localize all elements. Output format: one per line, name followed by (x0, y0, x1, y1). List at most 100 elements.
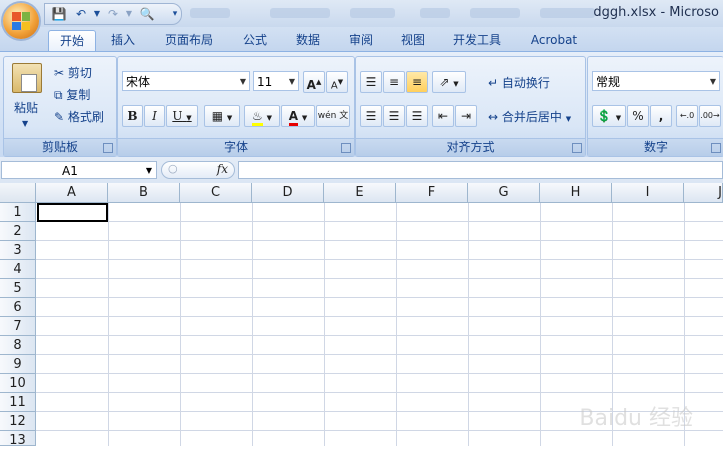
wrap-text-icon: ↵ (488, 76, 499, 90)
row-header[interactable]: 2 (0, 222, 36, 241)
align-middle-icon: ≡ (388, 75, 400, 89)
merge-icon: ↔ (488, 110, 499, 124)
font-color-button[interactable]: A ▼ (281, 105, 315, 127)
align-bottom-button[interactable]: ≡ (406, 71, 428, 93)
customize-qat-icon[interactable]: ▾ (167, 6, 183, 22)
quick-access-toolbar: 💾 ↶ ▼ ↷ ▼ 🔍 ▾ (44, 3, 182, 25)
font-size-select[interactable]: 11 ▼ (253, 71, 299, 91)
paste-icon[interactable] (12, 63, 42, 93)
row-header[interactable]: 7 (0, 317, 36, 336)
window-title: dggh.xlsx - Microso (593, 5, 719, 20)
tab-formulas[interactable]: 公式 (232, 30, 278, 51)
accounting-format-button[interactable]: 💲 ▼ (592, 105, 626, 127)
insert-function-button[interactable]: fx (217, 162, 228, 176)
align-center-icon: ☰ (388, 109, 400, 123)
save-icon[interactable]: 💾 (51, 6, 67, 22)
undo-dropdown-icon[interactable]: ▼ (89, 6, 105, 22)
decrease-decimal-icon: .00→ (700, 111, 720, 120)
align-left-button[interactable]: ☰ (360, 105, 382, 127)
paste-button[interactable]: 粘贴 (14, 99, 38, 116)
underline-button[interactable]: U ▼ (166, 105, 198, 127)
column-header[interactable]: F (396, 183, 468, 203)
row-header[interactable]: 12 (0, 412, 36, 431)
tab-data[interactable]: 数据 (285, 30, 331, 51)
row-header[interactable]: 10 (0, 374, 36, 393)
number-launcher-icon[interactable] (711, 143, 721, 153)
column-header[interactable]: E (324, 183, 396, 203)
fill-color-button[interactable]: ♨ ▼ (244, 105, 280, 127)
chevron-down-icon: ▼ (239, 77, 246, 86)
wrap-text-button[interactable]: ↵ 自动换行 (488, 74, 550, 91)
italic-button[interactable]: I (144, 105, 165, 127)
align-bottom-icon: ≡ (411, 75, 423, 89)
column-header[interactable]: D (252, 183, 324, 203)
column-header[interactable]: J (684, 183, 723, 203)
bold-button[interactable]: B (122, 105, 143, 127)
phonetic-guide-button[interactable]: wén 文 (316, 105, 350, 127)
row-header[interactable]: 5 (0, 279, 36, 298)
name-box[interactable]: A1 ▼ (1, 161, 157, 179)
undo-icon[interactable]: ↶ (73, 6, 89, 22)
grow-font-button[interactable]: A▲ (303, 71, 325, 93)
font-name-select[interactable]: 宋体 ▼ (122, 71, 250, 91)
number-format-select[interactable]: 常规 ▼ (592, 71, 720, 91)
align-top-button[interactable]: ☰ (360, 71, 382, 93)
column-header[interactable]: G (468, 183, 540, 203)
tab-acrobat[interactable]: Acrobat (522, 30, 586, 51)
column-header[interactable]: A (36, 183, 108, 203)
chevron-down-icon: ▼ (288, 77, 295, 86)
office-button[interactable] (3, 3, 39, 39)
decrease-indent-button[interactable]: ⇤ (432, 105, 454, 127)
row-header[interactable]: 11 (0, 393, 36, 412)
circle-icon: ○ (168, 162, 178, 175)
column-header[interactable]: B (108, 183, 180, 203)
orientation-button[interactable]: ⇗ ▼ (432, 71, 466, 93)
align-middle-button[interactable]: ≡ (383, 71, 405, 93)
border-icon: ▦ (211, 109, 224, 123)
comma-style-button[interactable]: , (650, 105, 672, 127)
print-preview-icon[interactable]: 🔍 (139, 6, 155, 22)
align-right-button[interactable]: ☰ (406, 105, 428, 127)
decrease-decimal-button[interactable]: .00→ (699, 105, 721, 127)
column-header[interactable]: C (180, 183, 252, 203)
format-painter-button[interactable]: ✎ 格式刷 (54, 108, 104, 125)
paste-dropdown-icon[interactable]: ▼ (22, 119, 28, 128)
alignment-launcher-icon[interactable] (572, 143, 582, 153)
blurred-tab (190, 8, 230, 18)
tab-insert[interactable]: 插入 (100, 30, 146, 51)
column-header[interactable]: H (540, 183, 612, 203)
active-cell-a1[interactable] (37, 203, 108, 222)
tab-home[interactable]: 开始 (48, 30, 96, 52)
tab-review[interactable]: 审阅 (338, 30, 384, 51)
formula-input[interactable] (238, 161, 723, 179)
clipboard-launcher-icon[interactable] (103, 143, 113, 153)
row-header[interactable]: 4 (0, 260, 36, 279)
copy-button[interactable]: ⧉ 复制 (54, 86, 90, 103)
tab-developer[interactable]: 开发工具 (444, 30, 510, 51)
merge-center-button[interactable]: ↔ 合并后居中 ▼ (488, 108, 571, 125)
column-header[interactable]: I (612, 183, 684, 203)
redo-dropdown-icon[interactable]: ▼ (121, 6, 137, 22)
row-header[interactable]: 8 (0, 336, 36, 355)
redo-icon[interactable]: ↷ (105, 6, 121, 22)
formula-bar: A1 ▼ ○ fx (0, 157, 723, 184)
gridline (36, 221, 723, 222)
tab-page-layout[interactable]: 页面布局 (156, 30, 222, 51)
row-header[interactable]: 1 (0, 203, 36, 222)
align-center-button[interactable]: ☰ (383, 105, 405, 127)
percent-style-button[interactable]: % (627, 105, 649, 127)
increase-indent-button[interactable]: ⇥ (455, 105, 477, 127)
cut-button[interactable]: ✂ 剪切 (54, 64, 92, 81)
row-header[interactable]: 3 (0, 241, 36, 260)
shrink-font-button[interactable]: A▼ (326, 71, 348, 93)
borders-button[interactable]: ▦ ▼ (204, 105, 240, 127)
increase-decimal-icon: ←.0 (679, 111, 695, 120)
font-launcher-icon[interactable] (341, 143, 351, 153)
row-header[interactable]: 6 (0, 298, 36, 317)
row-header[interactable]: 9 (0, 355, 36, 374)
increase-decimal-button[interactable]: ←.0 (676, 105, 698, 127)
select-all-button[interactable] (0, 183, 36, 203)
copy-icon: ⧉ (54, 88, 63, 102)
tab-view[interactable]: 视图 (390, 30, 436, 51)
row-header[interactable]: 13 (0, 431, 36, 448)
